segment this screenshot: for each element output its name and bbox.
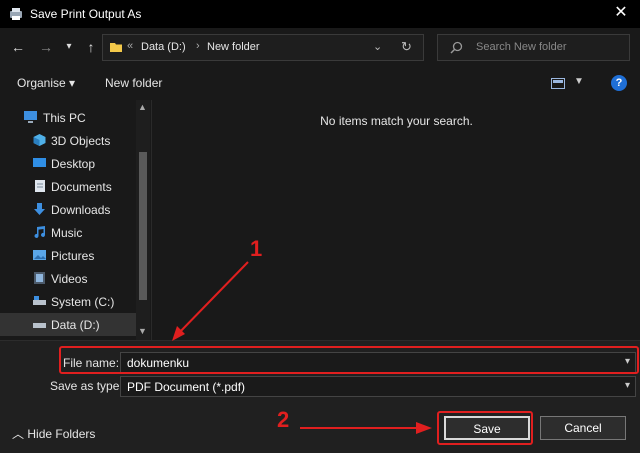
save-type-dropdown-icon[interactable]: ▾ xyxy=(625,380,630,391)
scrollbar-thumb[interactable] xyxy=(139,152,147,300)
annotation-highlight-filename xyxy=(59,346,639,374)
search-input[interactable]: Search New folder xyxy=(437,34,630,61)
view-dropdown-icon[interactable]: ▼ xyxy=(574,76,584,87)
search-placeholder: Search New folder xyxy=(476,41,567,53)
save-type-select[interactable]: PDF Document (*.pdf) ▾ xyxy=(120,376,636,397)
nav-item-3d-objects[interactable]: 3D Objects xyxy=(0,129,136,152)
organise-button[interactable]: Organise ▾ xyxy=(17,76,75,90)
documents-icon xyxy=(35,180,45,192)
annotation-marker-2: 2 xyxy=(277,407,290,432)
hide-folders-label: Hide Folders xyxy=(27,427,96,441)
forward-arrow-icon[interactable]: → xyxy=(37,38,55,56)
pictures-icon xyxy=(33,250,46,260)
view-options-icon[interactable] xyxy=(551,78,565,89)
empty-message: No items match your search. xyxy=(320,114,473,128)
nav-item-downloads[interactable]: Downloads xyxy=(0,198,136,221)
nav-item-videos[interactable]: Videos xyxy=(0,267,136,290)
file-list-pane[interactable]: No items match your search. xyxy=(151,100,640,340)
scroll-up-icon[interactable]: ▲ xyxy=(138,102,147,112)
printer-app-icon xyxy=(10,8,22,20)
nav-item-label: Music xyxy=(51,226,83,240)
desktop-icon xyxy=(33,158,46,167)
annotation-highlight-save xyxy=(437,411,533,445)
breadcrumb-new-folder[interactable]: New folder xyxy=(207,41,260,53)
videos-icon xyxy=(34,272,45,284)
nav-item-label: 3D Objects xyxy=(51,134,111,148)
new-folder-button[interactable]: New folder xyxy=(105,76,162,90)
nav-item-label: System (C:) xyxy=(51,295,115,309)
cancel-button[interactable]: Cancel xyxy=(540,416,626,440)
nav-item-label: Videos xyxy=(51,272,88,286)
scroll-down-icon[interactable]: ▼ xyxy=(138,326,147,336)
nav-item-label: Documents xyxy=(51,180,112,194)
nav-item-music[interactable]: Music xyxy=(0,221,136,244)
hide-folders-button[interactable]: ︿ Hide Folders xyxy=(12,425,95,442)
nav-item-documents[interactable]: Documents xyxy=(0,175,136,198)
music-icon xyxy=(34,226,45,238)
address-input[interactable]: « Data (D:) › New folder ⌄ ↻ xyxy=(102,34,424,61)
window-title: Save Print Output As xyxy=(30,7,142,21)
navigation-pane: This PC 3D Objects Desktop Documents Dow… xyxy=(0,100,150,340)
up-arrow-icon[interactable]: ↑ xyxy=(82,38,100,56)
nav-item-data-d[interactable]: Data (D:) xyxy=(0,313,136,336)
nav-item-pictures[interactable]: Pictures xyxy=(0,244,136,267)
refresh-icon[interactable]: ↻ xyxy=(401,39,412,55)
nav-item-label: Pictures xyxy=(51,249,95,263)
chevron-up-icon: ︿ xyxy=(12,427,25,441)
nav-item-label: This PC xyxy=(43,111,86,125)
nav-item-this-pc[interactable]: This PC xyxy=(0,106,136,129)
recent-locations-chevron-icon[interactable]: ▾ xyxy=(60,38,78,56)
close-icon[interactable]: ✕ xyxy=(612,4,630,22)
title-bar: Save Print Output As ✕ xyxy=(0,0,640,28)
nav-item-label: Downloads xyxy=(51,203,111,217)
breadcrumb-overflow[interactable]: « xyxy=(127,40,133,52)
nav-item-desktop[interactable]: Desktop xyxy=(0,152,136,175)
this-pc-icon xyxy=(24,111,37,123)
3d-objects-icon xyxy=(33,134,46,146)
breadcrumb-separator: › xyxy=(196,40,200,52)
help-icon[interactable]: ? xyxy=(611,75,627,91)
folder-icon xyxy=(110,43,122,52)
drive-icon xyxy=(33,323,46,328)
address-dropdown-icon[interactable]: ⌄ xyxy=(373,40,382,53)
drive-icon xyxy=(33,296,46,305)
nav-item-system-c[interactable]: System (C:) xyxy=(0,290,136,313)
downloads-icon xyxy=(34,203,45,215)
command-toolbar: Organise ▾ New folder ▼ ? xyxy=(0,66,640,100)
address-bar-row: ← → ▾ ↑ « Data (D:) › New folder ⌄ ↻ Sea… xyxy=(0,28,640,66)
nav-item-label: Desktop xyxy=(51,157,96,171)
save-type-value: PDF Document (*.pdf) xyxy=(127,380,246,394)
nav-item-label: Data (D:) xyxy=(51,318,100,332)
breadcrumb-data-drive[interactable]: Data (D:) xyxy=(141,41,186,53)
annotation-marker-1: 1 xyxy=(250,236,263,261)
save-type-label: Save as type: xyxy=(50,379,123,393)
nav-scrollbar[interactable]: ▲ ▼ xyxy=(136,100,150,340)
back-arrow-icon[interactable]: ← xyxy=(9,38,27,56)
search-icon xyxy=(450,41,463,54)
